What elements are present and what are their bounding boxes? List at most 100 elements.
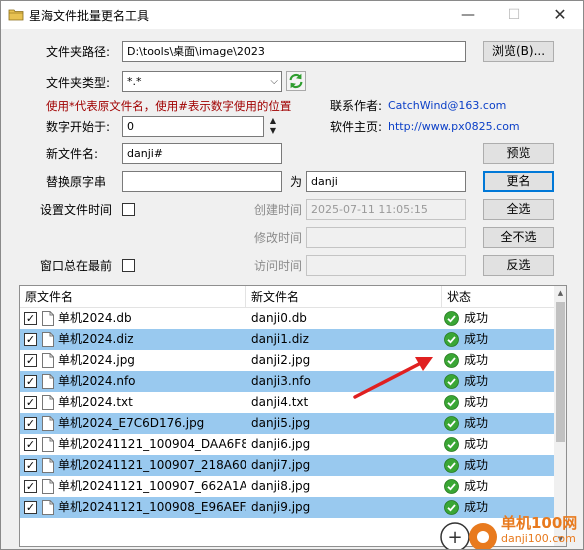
title-bar: 星海文件批量更名工具 — ☐ ✕ xyxy=(1,1,583,29)
accessed-time-input[interactable] xyxy=(306,255,466,276)
table-row[interactable]: ✓ 单机20241121_100907_662A1A... danji8.jpg… xyxy=(20,476,554,497)
browse-button[interactable]: 浏览(B)... xyxy=(483,41,554,62)
new-name-label: 新文件名: xyxy=(46,147,99,161)
created-time-label: 创建时间 xyxy=(254,203,303,217)
watermark-url: danji100.com xyxy=(501,532,576,545)
new-name-input[interactable]: danji# xyxy=(122,143,282,164)
column-header-new[interactable]: 新文件名 xyxy=(246,286,442,308)
refresh-button[interactable] xyxy=(286,71,306,91)
file-list[interactable]: 原文件名 新文件名 状态 ✓ 单机2024.db danji0.db 成功 ✓ … xyxy=(19,285,567,547)
table-row[interactable]: ✓ 单机20241121_100907_218A60... danji7.jpg… xyxy=(20,455,554,476)
status-text: 成功 xyxy=(464,332,489,346)
new-filename: danji0.db xyxy=(251,311,307,325)
row-checkbox[interactable]: ✓ xyxy=(24,501,37,514)
status-text: 成功 xyxy=(464,437,489,451)
row-checkbox[interactable]: ✓ xyxy=(24,396,37,409)
minimize-button[interactable]: — xyxy=(445,1,491,29)
replace-as-label: 为 xyxy=(290,175,303,189)
app-window: 星海文件批量更名工具 — ☐ ✕ 文件夹路径: D:\tools\桌面\imag… xyxy=(0,0,584,550)
original-filename: 单机2024.diz xyxy=(58,332,134,346)
table-row[interactable]: ✓ 单机2024.nfo danji3.nfo 成功 xyxy=(20,371,554,392)
table-row[interactable]: ✓ 单机2024.diz danji1.diz 成功 xyxy=(20,329,554,350)
file-icon xyxy=(42,416,54,431)
scroll-thumb[interactable] xyxy=(556,302,565,442)
column-header-status[interactable]: 状态 xyxy=(442,286,554,308)
new-filename: danji9.jpg xyxy=(251,500,311,514)
table-row[interactable]: ✓ 单机2024.db danji0.db 成功 xyxy=(20,308,554,329)
row-checkbox[interactable]: ✓ xyxy=(24,333,37,346)
spin-down-icon[interactable]: ▼ xyxy=(267,126,279,136)
status-text: 成功 xyxy=(464,353,489,367)
replace-label: 替换原字串 xyxy=(46,175,107,189)
row-checkbox[interactable]: ✓ xyxy=(24,459,37,472)
original-filename: 单机2024.nfo xyxy=(58,374,136,388)
preview-button[interactable]: 预览 xyxy=(483,143,554,164)
hint-text: 使用*代表原文件名，使用#表示数字使用的位置 xyxy=(46,99,292,113)
original-filename: 单机2024.jpg xyxy=(58,353,135,367)
file-icon xyxy=(42,437,54,452)
chevron-down-icon: ⌵ xyxy=(270,76,278,87)
refresh-icon xyxy=(289,73,303,89)
modified-time-input[interactable] xyxy=(306,227,466,248)
original-filename: 单机20241121_100907_662A1A... xyxy=(58,479,246,493)
file-icon xyxy=(42,458,54,473)
spin-up-icon[interactable]: ▲ xyxy=(267,116,279,126)
created-time-input[interactable]: 2025-07-11 11:05:15 xyxy=(306,199,466,220)
row-checkbox[interactable]: ✓ xyxy=(24,438,37,451)
rename-button[interactable]: 更名 xyxy=(483,171,554,192)
status-text: 成功 xyxy=(464,479,489,493)
maximize-button[interactable]: ☐ xyxy=(491,1,537,29)
table-row[interactable]: ✓ 单机2024_E7C6D176.jpg danji5.jpg 成功 xyxy=(20,413,554,434)
status-text: 成功 xyxy=(464,395,489,409)
file-icon xyxy=(42,332,54,347)
row-checkbox[interactable]: ✓ xyxy=(24,354,37,367)
success-check-icon xyxy=(444,437,459,452)
start-number-input[interactable]: 0 xyxy=(122,116,264,137)
vertical-scrollbar[interactable]: ▲ ▼ xyxy=(554,286,566,546)
row-checkbox[interactable]: ✓ xyxy=(24,480,37,493)
status-text: 成功 xyxy=(464,458,489,472)
select-all-button[interactable]: 全选 xyxy=(483,199,554,220)
new-filename: danji5.jpg xyxy=(251,416,311,430)
close-button[interactable]: ✕ xyxy=(537,1,583,29)
invert-selection-button[interactable]: 反选 xyxy=(483,255,554,276)
row-checkbox[interactable]: ✓ xyxy=(24,312,37,325)
file-list-rows: ✓ 单机2024.db danji0.db 成功 ✓ 单机2024.diz da… xyxy=(20,308,554,518)
new-filename: danji6.jpg xyxy=(251,437,311,451)
original-filename: 单机2024_E7C6D176.jpg xyxy=(58,416,205,430)
new-filename: danji3.nfo xyxy=(251,374,311,388)
original-filename: 单机2024.db xyxy=(58,311,132,325)
set-time-checkbox[interactable] xyxy=(122,203,135,216)
status-text: 成功 xyxy=(464,311,489,325)
folder-type-select[interactable]: *.* ⌵ xyxy=(122,71,282,92)
folder-path-input[interactable]: D:\tools\桌面\image\2023 xyxy=(122,41,466,62)
replace-to-input[interactable]: danji xyxy=(306,171,466,192)
success-check-icon xyxy=(444,479,459,494)
topmost-checkbox[interactable] xyxy=(122,259,135,272)
topmost-label: 窗口总在最前 xyxy=(40,259,113,273)
set-time-label: 设置文件时间 xyxy=(40,203,113,217)
contact-email-link[interactable]: CatchWind@163.com xyxy=(388,98,506,114)
new-filename: danji8.jpg xyxy=(251,479,311,493)
row-checkbox[interactable]: ✓ xyxy=(24,417,37,430)
scroll-up-icon[interactable]: ▲ xyxy=(554,286,566,300)
success-check-icon xyxy=(444,458,459,473)
success-check-icon xyxy=(444,416,459,431)
new-filename: danji1.diz xyxy=(251,332,309,346)
row-checkbox[interactable]: ✓ xyxy=(24,375,37,388)
new-filename: danji7.jpg xyxy=(251,458,311,472)
accessed-time-label: 访问时间 xyxy=(254,259,303,273)
folder-type-value: *.* xyxy=(127,75,142,88)
table-row[interactable]: ✓ 单机2024.jpg danji2.jpg 成功 xyxy=(20,350,554,371)
file-icon xyxy=(42,353,54,368)
success-check-icon xyxy=(444,311,459,326)
file-icon xyxy=(42,500,54,515)
table-row[interactable]: ✓ 单机2024.txt danji4.txt 成功 xyxy=(20,392,554,413)
homepage-link[interactable]: http://www.px0825.com xyxy=(388,119,520,135)
table-row[interactable]: ✓ 单机20241121_100904_DAA6F8... danji6.jpg… xyxy=(20,434,554,455)
column-header-original[interactable]: 原文件名 xyxy=(20,286,246,308)
replace-from-input[interactable] xyxy=(122,171,282,192)
original-filename: 单机2024.txt xyxy=(58,395,133,409)
start-number-stepper[interactable]: ▲ ▼ xyxy=(267,116,279,136)
select-none-button[interactable]: 全不选 xyxy=(483,227,554,248)
